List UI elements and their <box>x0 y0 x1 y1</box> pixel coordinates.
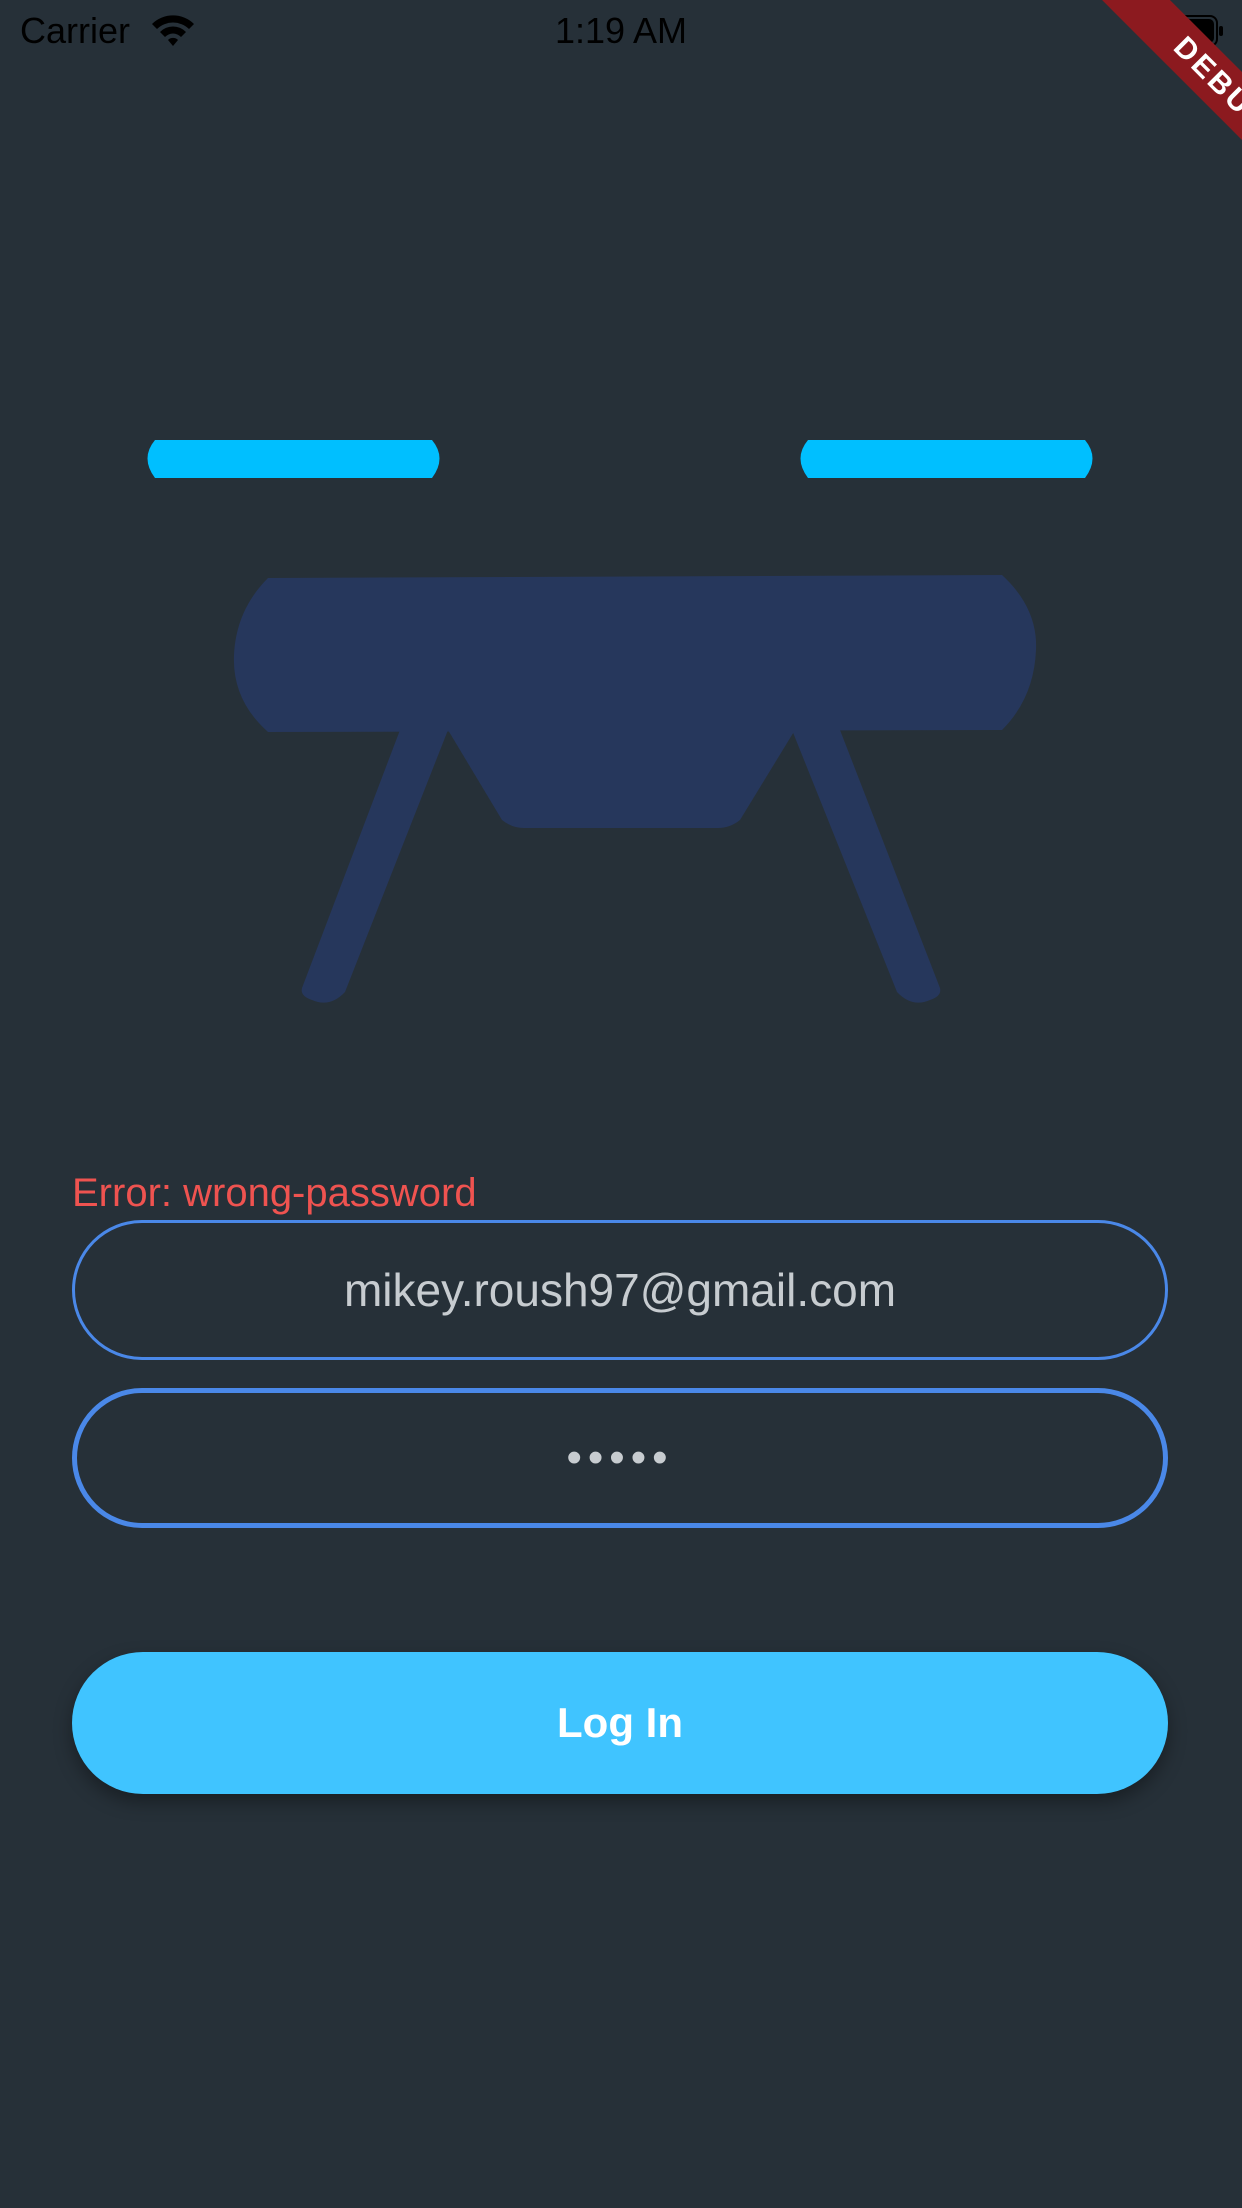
login-button-label: Log In <box>557 1699 683 1746</box>
drone-body <box>233 575 1037 1003</box>
email-field[interactable]: mikey.roush97@gmail.com <box>72 1220 1168 1360</box>
login-button[interactable]: Log In <box>72 1652 1168 1794</box>
password-value: ••••• <box>566 1433 674 1482</box>
drone-logo <box>147 440 1093 1003</box>
drone-propeller-right <box>800 440 1093 478</box>
error-message: Error: wrong-password <box>72 1171 477 1215</box>
debug-banner: DEBUG <box>1030 0 1242 212</box>
password-field[interactable]: ••••• <box>72 1388 1168 1528</box>
email-value: mikey.roush97@gmail.com <box>343 1264 897 1316</box>
debug-label: DEBUG <box>1098 0 1242 210</box>
drone-propeller-left <box>147 440 440 478</box>
